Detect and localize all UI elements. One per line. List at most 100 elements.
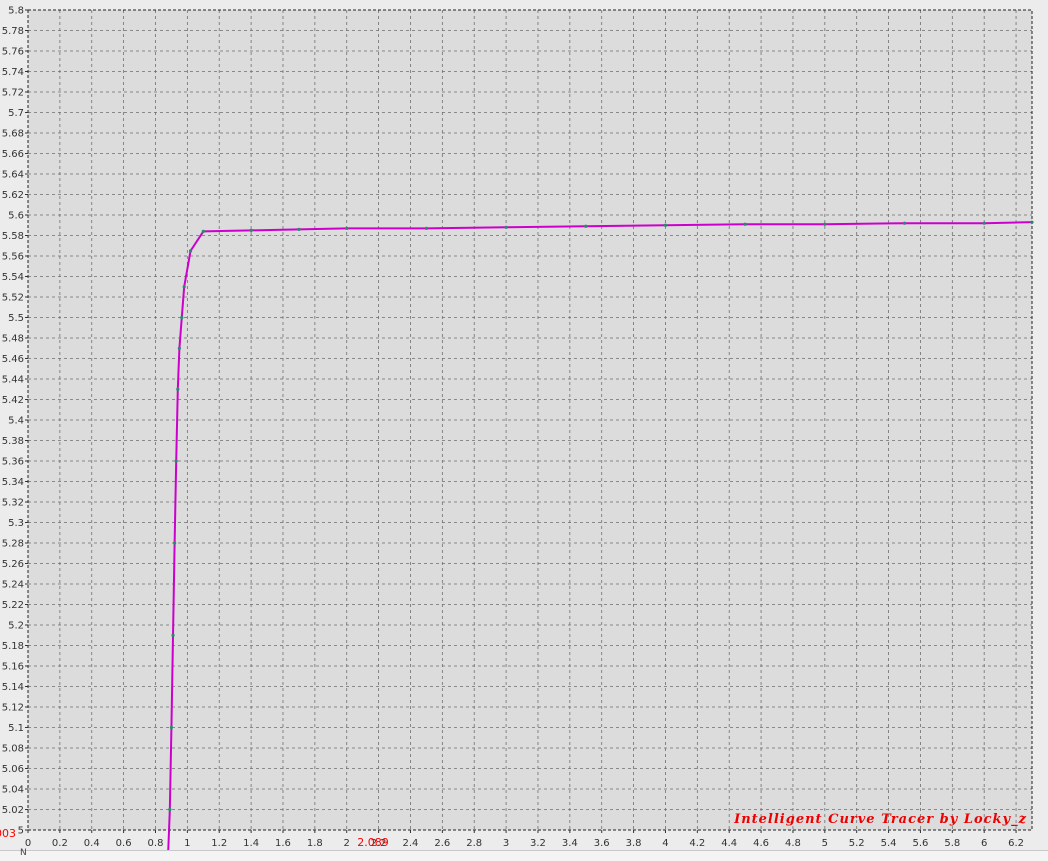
x-tick-label: 2 xyxy=(344,838,350,849)
x-tick-label: 5.2 xyxy=(849,838,865,849)
data-point xyxy=(169,725,174,730)
y-tick-label: 5.38 xyxy=(2,436,24,447)
y-tick-label: 5.78 xyxy=(2,26,24,37)
x-tick-label: 3.8 xyxy=(626,838,642,849)
x-tick-label: 2.8 xyxy=(466,838,482,849)
x-tick-label: 3.6 xyxy=(594,838,610,849)
data-point xyxy=(176,387,180,391)
x-tick-label: 5.8 xyxy=(944,838,960,849)
x-tick-label: 6 xyxy=(981,838,987,849)
x-tick-label: 4 xyxy=(662,838,668,849)
chart-svg[interactable]: 5 5.02 5.04 5.06 5.08 5.1 5.12 5.14 5.16 5.18 5.2 5… xyxy=(0,0,1048,860)
x-tick-label: 3.2 xyxy=(530,838,546,849)
data-point xyxy=(424,226,429,230)
y-tick-label: 5.42 xyxy=(2,395,24,406)
x-tick-label: 1.2 xyxy=(211,838,227,849)
x-tick-label: 1.8 xyxy=(307,838,323,849)
y-axis-ticks: 5 5.02 5.04 5.06 5.08 5.1 5.12 5.14 5.16 5.18 5.2 5… xyxy=(2,6,28,837)
y-tick-label: 5.68 xyxy=(2,129,24,140)
y-tick-label: 5.22 xyxy=(2,600,24,611)
x-tick-label: 1.6 xyxy=(275,838,291,849)
y-tick-label: 5.02 xyxy=(2,805,24,816)
x-tick-label: 4.8 xyxy=(785,838,801,849)
data-point xyxy=(297,227,301,231)
y-tick-label: 5.12 xyxy=(2,703,24,714)
cursor-x-value: 2.089 xyxy=(357,836,389,849)
x-tick-label: 2.6 xyxy=(434,838,450,849)
y-tick-label: 5.7 xyxy=(8,108,24,119)
data-point xyxy=(177,346,181,350)
data-point xyxy=(173,541,177,545)
y-tick-label: 5.44 xyxy=(2,375,24,386)
x-tick-label: 0.4 xyxy=(84,838,100,849)
y-tick-label: 5.4 xyxy=(8,416,24,427)
y-tick-label: 5.58 xyxy=(2,231,24,242)
y-tick-label: 5.72 xyxy=(2,88,24,99)
data-point xyxy=(249,228,253,232)
x-tick-label: 2.4 xyxy=(403,838,419,849)
data-point xyxy=(188,249,193,253)
status-bar-text: N xyxy=(20,848,27,858)
x-tick-label: 5.6 xyxy=(912,838,928,849)
x-tick-label: 1 xyxy=(184,838,190,849)
y-tick-label: 5.3 xyxy=(8,518,24,529)
x-tick-label: 6.2 xyxy=(1008,838,1024,849)
y-tick-label: 5.66 xyxy=(2,149,24,160)
y-tick-label: 5.08 xyxy=(2,744,24,755)
x-tick-label: 0.6 xyxy=(116,838,132,849)
data-point xyxy=(168,807,172,812)
y-tick-label: 5.5 xyxy=(8,313,24,324)
data-point xyxy=(504,225,508,229)
status-bar: N xyxy=(0,848,1048,861)
y-tick-label: 5.8 xyxy=(8,6,24,17)
x-axis-ticks: 0 0.2 0.4 0.6 0.8 1 1.2 1.4 1.6 1.8 2 2.2 2.4 2.6 2.8 3… xyxy=(25,830,1024,849)
data-point xyxy=(174,459,178,463)
y-tick-label: 5.36 xyxy=(2,457,24,468)
data-point xyxy=(171,633,175,637)
x-tick-label: 4.4 xyxy=(721,838,737,849)
y-tick-label: 5.54 xyxy=(2,272,24,283)
x-tick-label: 0.8 xyxy=(148,838,164,849)
data-point xyxy=(584,224,588,228)
y-tick-label: 5.56 xyxy=(2,252,24,263)
data-point xyxy=(823,222,827,226)
y-tick-label: 5.48 xyxy=(2,334,24,345)
y-tick-label: 5 xyxy=(18,826,24,837)
y-tick-label: 5.1 xyxy=(8,723,24,734)
data-point xyxy=(982,221,986,225)
data-point xyxy=(902,221,907,225)
y-tick-label: 5.14 xyxy=(2,682,24,693)
y-tick-label: 5.32 xyxy=(2,498,24,509)
y-tick-label: 5.04 xyxy=(2,785,24,796)
cursor-y-value: 5.003 xyxy=(0,827,16,840)
y-tick-label: 5.26 xyxy=(2,559,24,570)
watermark: Intelligent Curve Tracer by Locky_z xyxy=(733,812,1027,827)
y-tick-label: 5.28 xyxy=(2,539,24,550)
y-tick-label: 5.46 xyxy=(2,354,24,365)
y-tick-label: 5.74 xyxy=(2,67,24,78)
x-tick-label: 4.6 xyxy=(753,838,769,849)
y-tick-label: 5.52 xyxy=(2,293,24,304)
x-tick-label: 5 xyxy=(822,838,828,849)
data-point xyxy=(182,285,186,289)
y-tick-label: 5.18 xyxy=(2,641,24,652)
data-point xyxy=(345,226,349,230)
data-point xyxy=(663,223,668,227)
y-tick-label: 5.34 xyxy=(2,477,24,488)
data-point xyxy=(743,222,747,226)
y-tick-label: 5.62 xyxy=(2,190,24,201)
y-tick-label: 5.24 xyxy=(2,580,24,591)
x-tick-label: 0.2 xyxy=(52,838,68,849)
x-tick-label: 3 xyxy=(503,838,509,849)
data-point xyxy=(201,229,205,233)
y-tick-label: 5.2 xyxy=(8,621,24,632)
y-tick-label: 5.76 xyxy=(2,47,24,58)
y-tick-label: 5.6 xyxy=(8,211,24,222)
data-point xyxy=(1030,220,1034,224)
x-tick-label: 1.4 xyxy=(243,838,259,849)
y-tick-label: 5.06 xyxy=(2,764,24,775)
y-tick-label: 5.64 xyxy=(2,170,24,181)
x-tick-label: 5.4 xyxy=(881,838,897,849)
data-point xyxy=(180,315,184,320)
x-tick-label: 3.4 xyxy=(562,838,578,849)
